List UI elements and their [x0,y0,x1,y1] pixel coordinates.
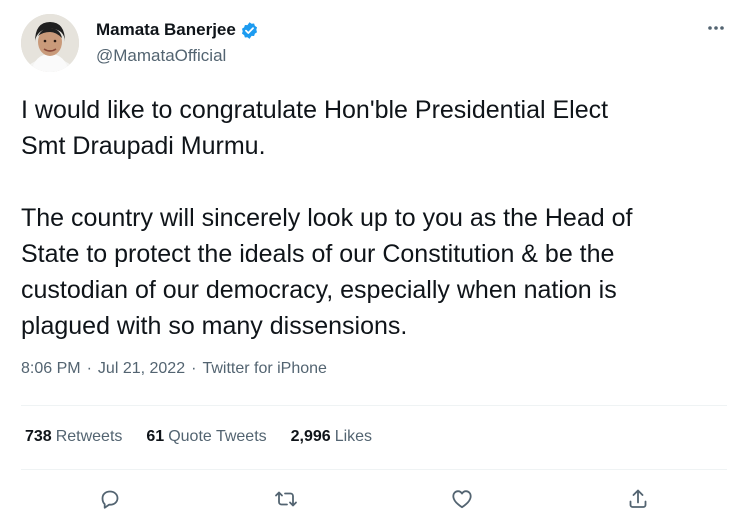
meta-separator: · [86,360,92,377]
likes-count: 2,996 [290,428,331,445]
tweet-card: Mamata Banerjee @MamataOfficial I would … [0,0,743,528]
tweet-source[interactable]: Twitter for iPhone [202,360,327,378]
author-info: Mamata Banerjee @MamataOfficial [96,18,259,66]
display-name[interactable]: Mamata Banerjee [96,20,236,40]
tweet-text: I would like to congratulate Hon'ble Pre… [21,96,633,340]
retweets-label: Retweets [55,428,123,445]
verified-badge-icon [240,21,259,40]
engagement-stats: 738 Retweets 61 Quote Tweets 2,996 Likes [25,428,372,446]
tweet-time[interactable]: 8:06 PM [21,360,81,378]
heart-icon[interactable] [447,484,477,514]
retweets-stat[interactable]: 738 Retweets [25,428,122,446]
reply-icon[interactable] [95,484,125,514]
likes-label: Likes [334,428,373,445]
tweet-header: Mamata Banerjee @MamataOfficial [21,14,726,74]
likes-stat[interactable]: 2,996 Likes [291,428,372,446]
author-handle[interactable]: @MamataOfficial [96,46,259,66]
divider [21,405,727,406]
retweets-count: 738 [25,428,52,445]
display-name-row: Mamata Banerjee [96,18,259,42]
retweet-icon[interactable] [271,484,301,514]
share-icon[interactable] [623,484,653,514]
quote-tweets-stat[interactable]: 61 Quote Tweets [146,428,266,446]
divider [21,469,727,470]
tweet-date[interactable]: Jul 21, 2022 [98,360,185,378]
tweet-metadata: 8:06 PM · Jul 21, 2022 · Twitter for iPh… [21,360,327,378]
quote-tweets-count: 61 [146,428,165,445]
avatar[interactable] [21,14,79,72]
meta-separator: · [191,360,197,377]
quote-tweets-label: Quote Tweets [168,428,267,445]
more-options-icon[interactable] [706,18,726,44]
action-bar [0,484,743,514]
